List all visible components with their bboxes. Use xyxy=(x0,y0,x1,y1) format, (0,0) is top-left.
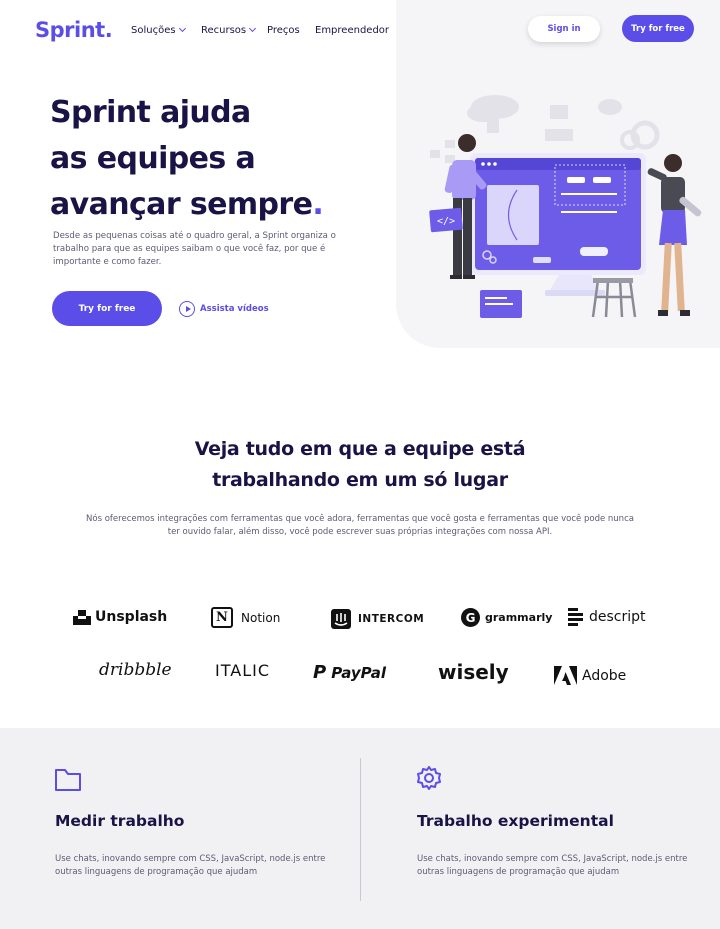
watch-videos-link[interactable]: Assista vídeos xyxy=(179,301,269,317)
integrations-description: Nós oferecemos integrações com ferrament… xyxy=(86,514,634,537)
features-divider xyxy=(360,758,361,901)
integrations-title-line: Veja tudo em que a equipe está xyxy=(194,438,526,460)
hero-title: Sprint ajuda as equipes a avançar sempre… xyxy=(50,90,324,228)
watch-videos-label: Assista vídeos xyxy=(200,304,269,314)
paypal-logo: P PayPal xyxy=(313,662,386,683)
italic-logo: ITALIC xyxy=(215,661,270,680)
play-icon xyxy=(179,301,195,317)
brand-logo[interactable]: Sprint. xyxy=(35,18,113,42)
folder-icon xyxy=(55,769,81,791)
intercom-logo: INTERCOM xyxy=(331,609,424,629)
dribbble-logo: dribbble xyxy=(99,660,172,680)
nav-item-recursos[interactable]: Recursos xyxy=(201,24,257,36)
try-for-free-hero-button[interactable]: Try for free xyxy=(52,291,162,326)
descript-icon xyxy=(568,608,583,626)
notion-icon: N xyxy=(211,607,233,628)
nav-item-solucoes[interactable]: Soluções xyxy=(131,24,186,36)
feature-title: Trabalho experimental xyxy=(417,812,614,830)
nav-item-label: Preços xyxy=(267,25,300,36)
unsplash-logo: Unsplash xyxy=(73,609,167,625)
gear-icon xyxy=(417,766,441,790)
chevron-down-icon xyxy=(178,24,186,33)
try-for-free-nav-button[interactable]: Try for free xyxy=(622,15,694,42)
feature-description: Use chats, inovando sempre com CSS, Java… xyxy=(55,854,326,877)
nav-item-empreendedor[interactable]: Empreendedor xyxy=(315,25,389,36)
chevron-down-icon xyxy=(249,24,257,33)
nav-item-label: Recursos xyxy=(201,25,247,36)
paypal-icon: P xyxy=(313,662,327,683)
unsplash-icon xyxy=(73,609,91,625)
feature-title: Medir trabalho xyxy=(55,812,185,830)
notion-logo: N Notion xyxy=(211,607,280,628)
grammarly-icon: G xyxy=(461,608,480,627)
sign-in-button[interactable]: Sign in xyxy=(528,16,600,42)
wisely-logo: wisely xyxy=(438,660,509,684)
intercom-icon xyxy=(331,609,351,629)
grammarly-logo: G grammarly xyxy=(461,608,552,627)
nav-item-precos[interactable]: Preços xyxy=(267,25,300,36)
hero-illustration: </> xyxy=(429,95,702,318)
hero-title-line: Sprint ajuda xyxy=(50,95,251,130)
features-section: Medir trabalho Use chats, inovando sempr… xyxy=(0,728,720,929)
adobe-icon xyxy=(554,666,577,685)
feature-description: Use chats, inovando sempre com CSS, Java… xyxy=(417,854,688,877)
integrations-title: Veja tudo em que a equipe está trabalhan… xyxy=(0,434,720,496)
descript-logo: descript xyxy=(568,608,646,626)
hero-title-line: avançar sempre. xyxy=(50,182,324,228)
hero-title-line: as equipes a xyxy=(50,141,256,176)
adobe-logo: Adobe xyxy=(554,666,626,685)
hero-title-dot: . xyxy=(312,187,324,222)
hero-title-text: avançar sempre xyxy=(50,187,313,222)
nav-item-label: Empreendedor xyxy=(315,25,390,36)
svg-text:</>: </> xyxy=(437,216,455,227)
integrations-title-line: trabalhando em um só lugar xyxy=(212,469,508,491)
hero-description: Desde as pequenas coisas até o quadro ge… xyxy=(53,231,336,267)
nav-item-label: Soluções xyxy=(131,25,176,36)
